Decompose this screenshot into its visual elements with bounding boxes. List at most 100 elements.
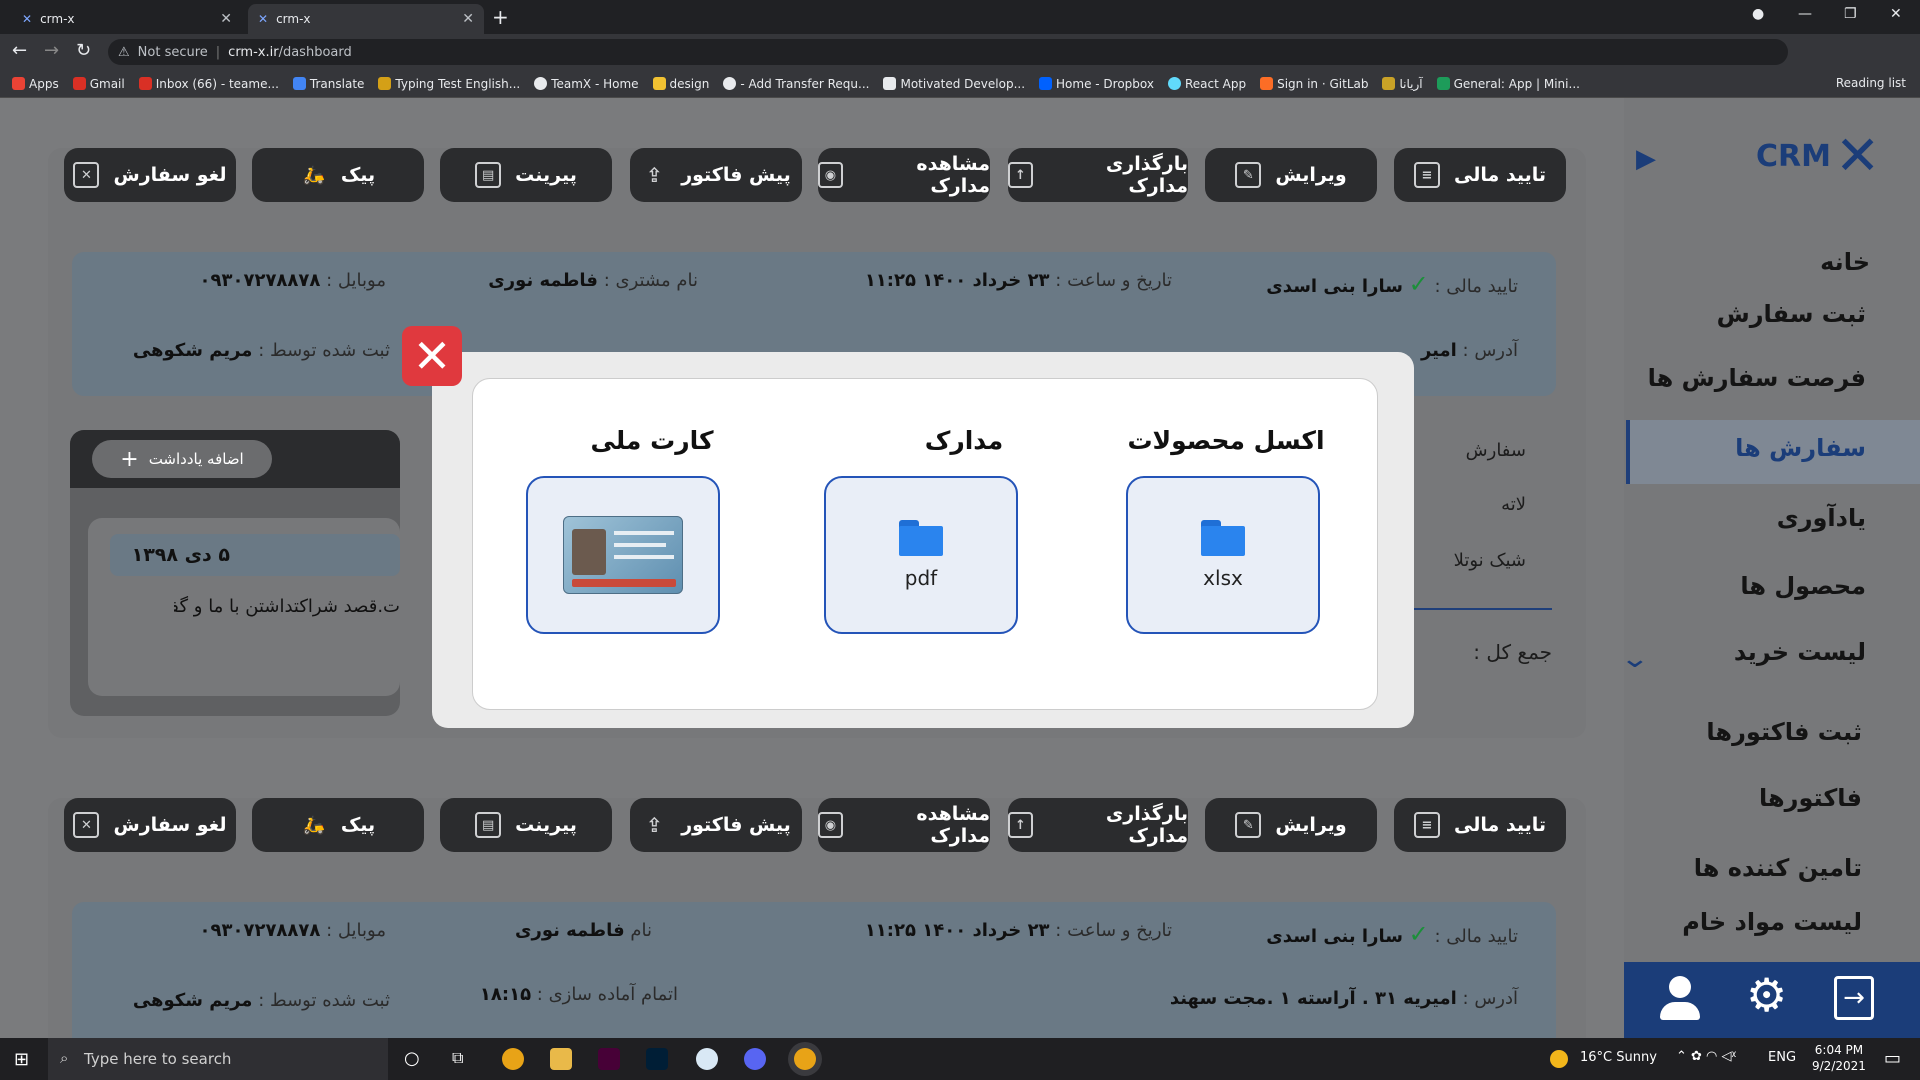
minimize-button[interactable]: — <box>1798 6 1812 22</box>
user-icon[interactable] <box>1658 976 1702 1024</box>
bookmarks-bar: Apps Gmail Inbox (66) - teame... Transla… <box>0 70 1920 98</box>
print-button[interactable]: پیرینت ▤ <box>440 148 612 202</box>
bookmark[interactable]: Translate <box>292 77 364 91</box>
back-icon[interactable]: ← <box>12 40 27 61</box>
cancel-order-button[interactable]: لغو سفارش ✕ <box>64 148 236 202</box>
system-tray-icons[interactable]: ⌃ ✿ ◠ ◁ᵡ <box>1676 1049 1736 1064</box>
logout-icon[interactable]: → <box>1834 976 1874 1020</box>
sidebar-item-raw-materials[interactable]: لیست مواد خام <box>1682 908 1862 936</box>
edit-button[interactable]: ویرایش ✎ <box>1205 798 1377 852</box>
bookmark[interactable]: Apps <box>12 77 59 91</box>
notification-icon[interactable]: ▭ <box>1884 1048 1901 1069</box>
bookmark[interactable]: Inbox (66) - teame... <box>138 77 279 91</box>
bookmark[interactable]: Gmail <box>72 77 125 91</box>
courier-button[interactable]: پیک 🛵 <box>252 798 424 852</box>
document-icon: ≡ <box>1414 812 1440 838</box>
language-indicator[interactable]: ENG <box>1768 1050 1796 1065</box>
national-card-tile[interactable] <box>526 476 720 634</box>
upload-file-icon: ↑ <box>1008 812 1033 838</box>
search-icon: ⌕ <box>60 1049 69 1067</box>
close-modal-button[interactable]: ✕ <box>402 326 462 386</box>
upload-documents-button[interactable]: بارگذاری مدارک ↑ <box>1008 798 1188 852</box>
address-bar[interactable]: ⚠ Not secure | crm-x.ir/dashboard <box>108 39 1788 65</box>
add-note-button[interactable]: اضافه یادداشت + <box>92 440 272 478</box>
chrome-icon[interactable] <box>502 1048 524 1070</box>
clock[interactable]: 6:04 PM 9/2/2021 <box>1812 1042 1866 1074</box>
browser-tab-active[interactable]: ✕ crm-x ✕ <box>248 4 484 34</box>
edit-button[interactable]: ویرایش ✎ <box>1205 148 1377 202</box>
weather-text[interactable]: 16°C Sunny <box>1580 1050 1657 1065</box>
security-label: Not secure <box>137 44 208 60</box>
bookmark[interactable]: design <box>652 77 709 91</box>
bookmark[interactable]: Sign in · GitLab <box>1260 77 1368 91</box>
folder-icon <box>1201 520 1245 556</box>
registered-by-field: ثبت شده توسط : مریم شکوهی <box>132 990 390 1011</box>
photoshop-icon[interactable] <box>646 1048 668 1070</box>
restore-button[interactable]: ❐ <box>1844 6 1857 22</box>
warning-icon: ⚠ <box>118 44 130 60</box>
sidebar-item-reminders[interactable]: یادآوری <box>1777 504 1866 532</box>
close-window-button[interactable]: ✕ <box>1890 6 1902 22</box>
adobe-xd-icon[interactable] <box>598 1048 620 1070</box>
bookmark[interactable]: Typing Test English... <box>378 77 520 91</box>
upload-file-icon: ↑ <box>1008 162 1033 188</box>
taskbar-search[interactable]: ⌕ Type here to search <box>48 1038 388 1080</box>
bookmark[interactable]: General: App | Mini... <box>1436 77 1580 91</box>
cancel-order-button[interactable]: لغو سفارش ✕ <box>64 798 236 852</box>
excel-section-title: اکسل محصولات <box>1127 426 1325 455</box>
proforma-button[interactable]: پیش فاکتور ⇪ <box>630 798 802 852</box>
xlsx-file-tile[interactable]: xlsx <box>1126 476 1320 634</box>
proforma-button[interactable]: پیش فاکتور ⇪ <box>630 148 802 202</box>
profile-menu-icon[interactable]: ● <box>1752 6 1764 22</box>
datetime-field: تاریخ و ساعت : ۲۳ خرداد ۱۴۰۰ ۱۱:۲۵ <box>864 920 1172 941</box>
finance-approve-button[interactable]: تایید مالی ≡ <box>1394 798 1566 852</box>
cortana-icon[interactable]: ○ <box>404 1048 420 1069</box>
windows-taskbar: ⊞ ⌕ Type here to search ○ ⧉ 16°C Sunny ⌃… <box>0 1038 1920 1080</box>
close-tab-icon[interactable]: ✕ <box>462 11 474 27</box>
file-explorer-icon[interactable] <box>550 1048 572 1070</box>
task-view-icon[interactable]: ⧉ <box>452 1048 463 1068</box>
chrome-active-icon[interactable] <box>794 1048 816 1070</box>
sidebar-item-order-opportunities[interactable]: فرصت سفارش ها <box>1648 364 1866 392</box>
new-tab-button[interactable]: + <box>492 5 509 29</box>
print-button[interactable]: پیرینت ▤ <box>440 798 612 852</box>
bookmark[interactable]: React App <box>1168 77 1246 91</box>
pdf-file-tile[interactable]: pdf <box>824 476 1018 634</box>
chevron-down-icon[interactable]: ⌄ <box>1620 644 1651 674</box>
crm-logo[interactable]: CRM ✕ <box>1756 128 1906 184</box>
view-documents-button[interactable]: مشاهده مدارک ◉ <box>818 148 990 202</box>
weather-icon <box>1550 1050 1568 1068</box>
bookmark[interactable]: - Add Transfer Requ... <box>723 77 869 91</box>
browser-tab[interactable]: ✕ crm-x ✕ <box>12 4 242 34</box>
sidebar-item-invoices[interactable]: فاکتورها <box>1759 784 1862 812</box>
file-type-label: pdf <box>904 566 938 590</box>
sidebar-item-register-invoices[interactable]: ثبت فاکتورها <box>1706 718 1862 746</box>
bookmark[interactable]: آریانا <box>1382 77 1423 91</box>
forward-icon[interactable]: → <box>44 40 59 61</box>
bookmark[interactable]: Motivated Develop... <box>883 77 1025 91</box>
reload-icon[interactable]: ↻ <box>76 40 91 61</box>
view-documents-button[interactable]: مشاهده مدارک ◉ <box>818 798 990 852</box>
sidebar-item-suppliers[interactable]: تامین کننده ها <box>1694 854 1862 882</box>
app-icon[interactable] <box>696 1048 718 1070</box>
sidebar-item-products[interactable]: محصول ها <box>1740 572 1866 600</box>
sidebar-footer: ⚙ → <box>1624 962 1920 1038</box>
discord-icon[interactable] <box>744 1048 766 1070</box>
windows-start-icon[interactable]: ⊞ <box>14 1049 29 1070</box>
courier-button[interactable]: پیک 🛵 <box>252 148 424 202</box>
mobile-field: موبایل : ۰۹۳۰۷۲۷۸۸۷۸ <box>199 270 386 291</box>
url-host: crm-x.ir <box>228 44 279 60</box>
bookmark[interactable]: TeamX - Home <box>534 77 639 91</box>
sidebar-item-orders[interactable]: سفارش ها <box>1735 434 1866 462</box>
close-tab-icon[interactable]: ✕ <box>220 11 232 27</box>
bookmark[interactable]: Home - Dropbox <box>1039 77 1154 91</box>
sidebar-item-purchase-list[interactable]: لیست خرید <box>1734 638 1866 666</box>
sidebar-item-new-order[interactable]: ثبت سفارش <box>1717 300 1866 328</box>
sidebar-item-home[interactable]: خانه <box>1820 248 1870 276</box>
finance-approve-button[interactable]: تایید مالی ≡ <box>1394 148 1566 202</box>
reading-list[interactable]: Reading list <box>1836 76 1906 90</box>
settings-gear-icon[interactable]: ⚙ <box>1746 972 1787 1018</box>
collapse-sidebar-icon[interactable]: ▶ <box>1636 144 1656 174</box>
registered-by-field: ثبت شده توسط : مریم شکوهی <box>132 340 390 361</box>
upload-documents-button[interactable]: بارگذاری مدارک ↑ <box>1008 148 1188 202</box>
